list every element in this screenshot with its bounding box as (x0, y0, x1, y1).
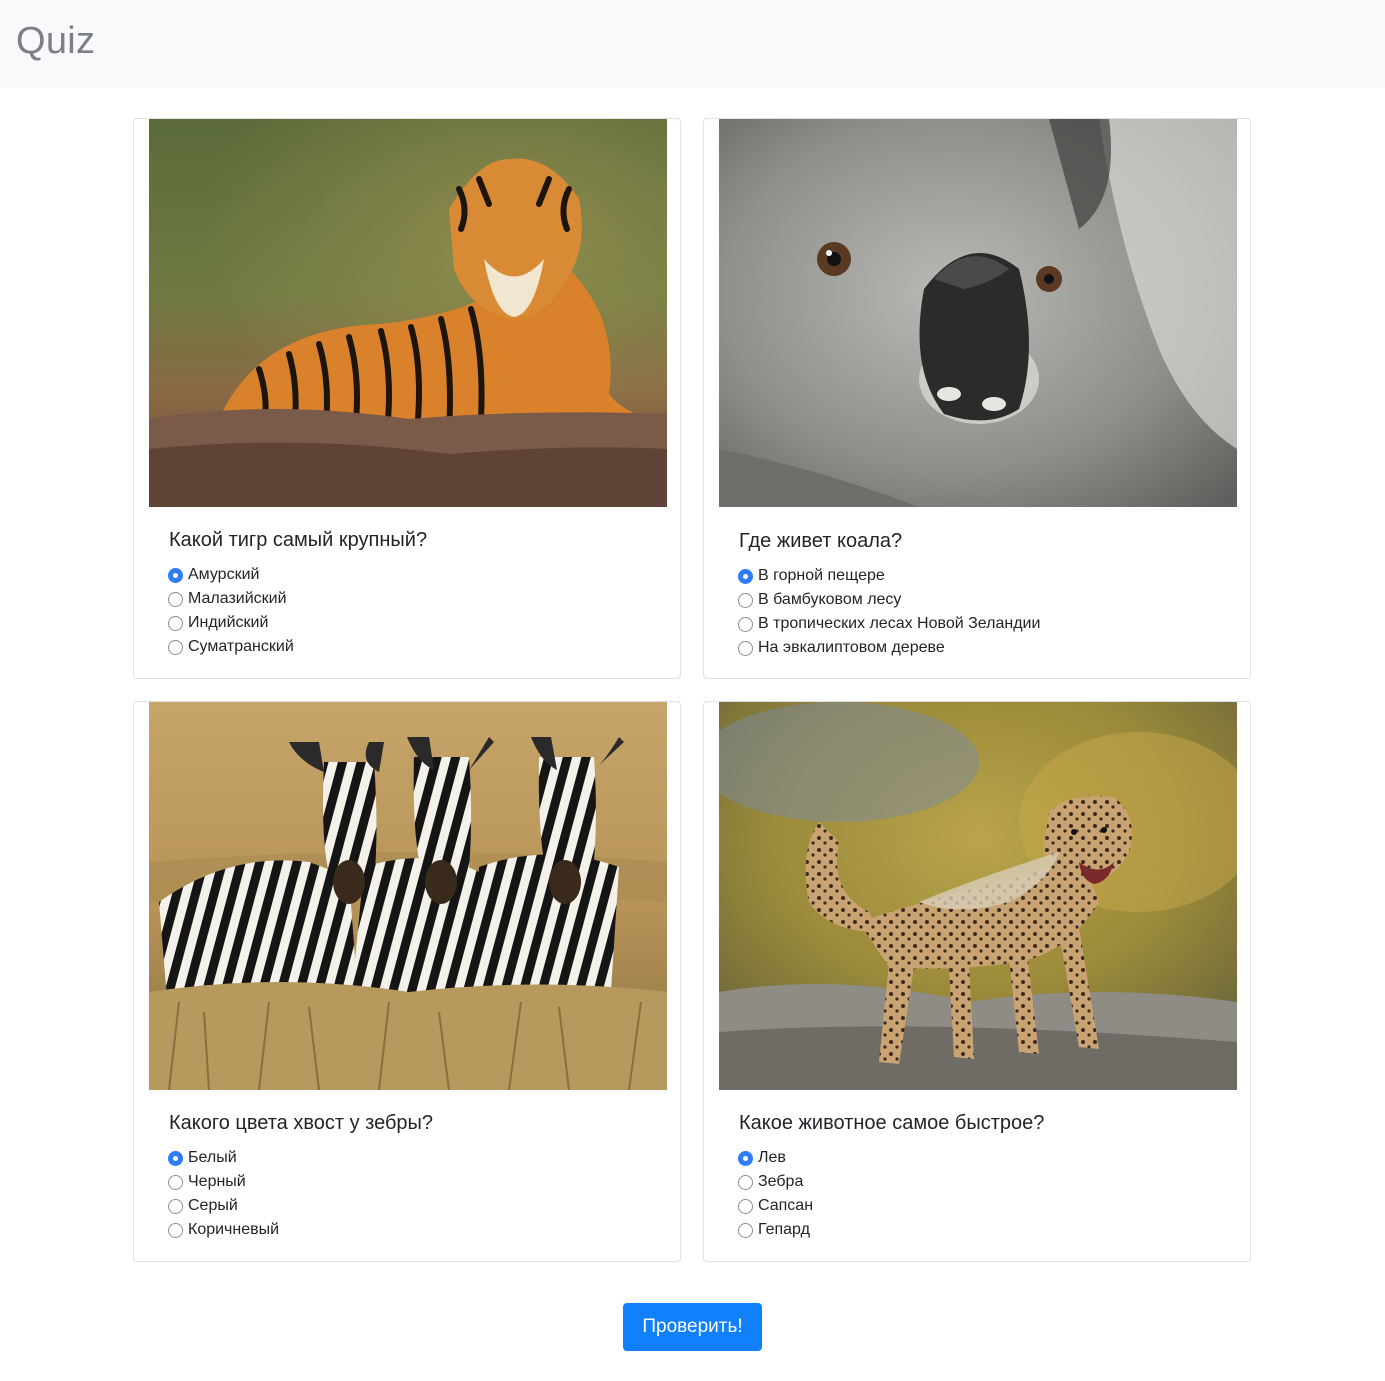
answer-option[interactable]: Гепард (738, 1218, 813, 1242)
answer-option[interactable]: Зебра (738, 1170, 813, 1194)
radio-button[interactable] (738, 1222, 753, 1238)
tiger-photo (149, 119, 667, 507)
option-label[interactable]: Сапсан (758, 1197, 813, 1215)
option-label[interactable]: Коричневый (188, 1221, 279, 1239)
cheetah-cub-photo (719, 702, 1237, 1090)
option-label[interactable]: На эвкалиптовом дереве (758, 639, 945, 657)
answer-option[interactable]: На эвкалиптовом дереве (738, 636, 1040, 660)
navbar-brand[interactable]: Quiz (16, 18, 95, 64)
option-label[interactable]: В тропических лесах Новой Зеландии (758, 615, 1040, 633)
radio-button[interactable] (168, 1222, 183, 1238)
answer-options: Амурский Малазийский Индийский Суматранс… (168, 563, 294, 659)
answer-options: В горной пещере В бамбуковом лесу В троп… (738, 564, 1040, 660)
navbar: Quiz (0, 0, 1385, 88)
answer-option[interactable]: Индийский (168, 611, 294, 635)
option-label[interactable]: Гепард (758, 1221, 810, 1239)
question-text: Какой тигр самый крупный? (169, 529, 428, 551)
radio-button[interactable] (168, 639, 183, 655)
radio-button[interactable] (738, 1150, 753, 1166)
answer-option[interactable]: В тропических лесах Новой Зеландии (738, 612, 1040, 636)
check-answers-button[interactable]: Проверить! (623, 1303, 762, 1351)
option-label[interactable]: Малазийский (188, 590, 287, 608)
radio-button[interactable] (738, 1174, 753, 1190)
radio-button[interactable] (168, 1150, 183, 1166)
question-card-3: Какого цвета хвост у зебры? Белый Черный… (133, 701, 681, 1262)
radio-button[interactable] (738, 568, 753, 584)
answer-option[interactable]: В горной пещере (738, 564, 1040, 588)
answer-option[interactable]: Сапсан (738, 1194, 813, 1218)
question-text: Какое животное самое быстрое? (739, 1112, 1045, 1134)
answer-option[interactable]: Белый (168, 1146, 279, 1170)
option-label[interactable]: Индийский (188, 614, 268, 632)
answer-option[interactable]: Амурский (168, 563, 294, 587)
radio-button[interactable] (168, 567, 183, 583)
radio-button[interactable] (738, 592, 753, 608)
option-label[interactable]: Зебра (758, 1173, 803, 1191)
radio-button[interactable] (168, 615, 183, 631)
option-label[interactable]: Серый (188, 1197, 238, 1215)
answer-option[interactable]: Коричневый (168, 1218, 279, 1242)
answer-options: Белый Черный Серый Коричневый (168, 1146, 279, 1242)
zebras-photo (149, 702, 667, 1090)
question-text: Какого цвета хвост у зебры? (169, 1112, 434, 1134)
option-label[interactable]: Амурский (188, 566, 259, 584)
question-text: Где живет коала? (739, 530, 903, 552)
radio-button[interactable] (168, 591, 183, 607)
radio-button[interactable] (168, 1174, 183, 1190)
option-label[interactable]: Белый (188, 1149, 237, 1167)
radio-button[interactable] (738, 1198, 753, 1214)
question-card-1: Какой тигр самый крупный? Амурский Малаз… (133, 118, 681, 679)
answer-options: Лев Зебра Сапсан Гепард (738, 1146, 813, 1242)
answer-option[interactable]: Серый (168, 1194, 279, 1218)
answer-option[interactable]: Суматранский (168, 635, 294, 659)
question-card-2: Где живет коала? В горной пещере В бамбу… (703, 118, 1251, 679)
option-label[interactable]: Черный (188, 1173, 246, 1191)
radio-button[interactable] (738, 616, 753, 632)
answer-option[interactable]: Лев (738, 1146, 813, 1170)
answer-option[interactable]: Черный (168, 1170, 279, 1194)
koala-photo (719, 119, 1237, 507)
answer-option[interactable]: В бамбуковом лесу (738, 588, 1040, 612)
option-label[interactable]: В горной пещере (758, 567, 885, 585)
answer-option[interactable]: Малазийский (168, 587, 294, 611)
radio-button[interactable] (168, 1198, 183, 1214)
option-label[interactable]: Лев (758, 1149, 786, 1167)
option-label[interactable]: В бамбуковом лесу (758, 591, 901, 609)
option-label[interactable]: Суматранский (188, 638, 294, 656)
question-card-4: Какое животное самое быстрое? Лев Зебра … (703, 701, 1251, 1262)
radio-button[interactable] (738, 640, 753, 656)
